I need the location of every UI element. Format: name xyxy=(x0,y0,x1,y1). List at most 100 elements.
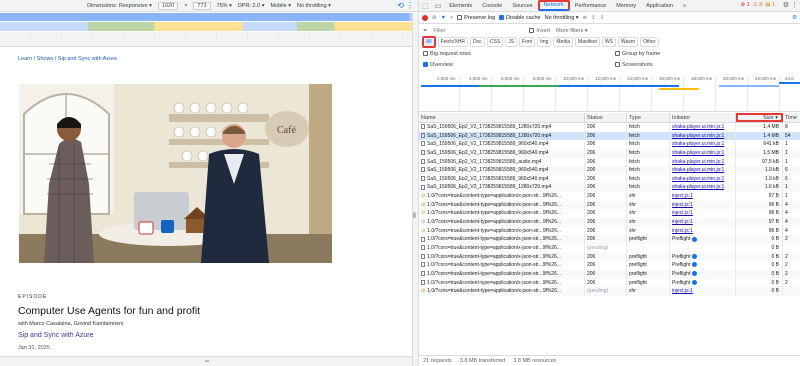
issue-badges[interactable]: ⊗ 1 ⚠ 3 ▤ 1 xyxy=(740,2,775,8)
height-input[interactable]: 773 xyxy=(193,1,211,10)
cell-initiator[interactable]: Preflight xyxy=(670,252,736,262)
cell-initiator[interactable]: shaka-player.ui.min.js:1 xyxy=(670,123,736,132)
dimensions-select[interactable]: Dimensions: Responsive ▾ xyxy=(87,3,152,9)
type-filter-media[interactable]: Media xyxy=(553,37,574,47)
tab-elements[interactable]: Elements xyxy=(444,3,477,9)
cell-initiator[interactable]: inject.js:1 xyxy=(670,200,736,210)
tab-application[interactable]: Application xyxy=(641,3,678,9)
preserve-log-checkbox[interactable]: Preserve log xyxy=(457,15,495,21)
cell-initiator[interactable]: shaka-player.ui.min.js:1 xyxy=(670,183,736,193)
tab-memory[interactable]: Memory xyxy=(611,3,641,9)
cell-initiator[interactable]: shaka-player.ui.min.js:1 xyxy=(670,157,736,167)
type-filter-manifest[interactable]: Manifest xyxy=(575,37,600,47)
table-row[interactable]: SaS_159506_Ep2_V2_1738259815589_960x540.… xyxy=(419,174,800,184)
cell-initiator[interactable]: Preflight xyxy=(670,278,736,288)
search-icon[interactable]: ⌕ xyxy=(450,15,453,22)
screenshots-checkbox[interactable]: Screenshots xyxy=(615,62,653,68)
record-button[interactable] xyxy=(422,15,428,21)
clear-icon[interactable]: ⊘ xyxy=(432,15,437,21)
table-row[interactable]: SaS_159506_Ep2_V2_1738259815589_960x540.… xyxy=(419,166,800,175)
type-filter-css[interactable]: CSS xyxy=(486,37,504,47)
col-time[interactable]: Time xyxy=(783,113,800,122)
breadcrumb-show[interactable]: Sip and Sync with Azure xyxy=(58,56,117,62)
more-filters-select[interactable]: More filters ▾ xyxy=(556,28,588,34)
resize-handle-icon[interactable]: ═ xyxy=(205,359,209,365)
col-size[interactable]: Size ▾ xyxy=(736,113,783,122)
table-row[interactable]: 1.0/?cors=true&content-type=application/… xyxy=(419,243,800,253)
zoom-select[interactable]: 75% ▾ xyxy=(217,3,232,9)
col-type[interactable]: Type xyxy=(627,113,670,122)
type-filter-all[interactable]: All xyxy=(422,36,436,48)
cell-initiator[interactable]: Preflight xyxy=(670,235,736,244)
dpr-select[interactable]: DPR: 2.0 ▾ xyxy=(238,3,265,9)
devtools-menu-icon[interactable]: ⋮ xyxy=(791,1,798,9)
table-row[interactable]: 1.0/?cors=true&content-type=application/… xyxy=(419,261,800,270)
table-row[interactable]: SaS_159506_Ep2_V2_1738259815589_1280x720… xyxy=(419,183,800,193)
table-row[interactable]: ⊙ 1.0/?cors=true&content-type=application… xyxy=(419,287,800,296)
breadcrumb-learn[interactable]: Learn xyxy=(18,56,32,62)
show-link[interactable]: Sip and Sync with Azure xyxy=(18,332,94,339)
type-filter-js[interactable]: JS xyxy=(505,37,518,47)
inspect-icon[interactable]: ⬚ xyxy=(419,2,432,10)
table-row[interactable]: ⊙ 1.0/?cors=true&content-type=application… xyxy=(419,226,800,236)
table-row[interactable]: ⊙ 1.0/?cors=true&content-type=application… xyxy=(419,218,800,227)
throttling-select[interactable]: No throttling ▾ xyxy=(545,15,579,21)
type-filter-wasm[interactable]: Wasm xyxy=(618,37,638,47)
cell-initiator[interactable]: shaka-player.ui.min.js:1 xyxy=(670,131,736,141)
cell-initiator[interactable]: shaka-player.ui.min.js:1 xyxy=(670,148,736,158)
breadcrumb-shows[interactable]: Shows xyxy=(37,56,54,62)
table-row[interactable]: SaS_159506_Ep2_V2_1738259815589_1280x720… xyxy=(419,123,800,132)
table-row[interactable]: ⊙ 1.0/?cors=true&content-type=application… xyxy=(419,192,800,201)
col-initiator[interactable]: Initiator xyxy=(670,113,736,122)
table-row[interactable]: 1.0/?cors=true&content-type=application/… xyxy=(419,269,800,279)
table-row[interactable]: SaS_159506_Ep2_V2_1738259815589_1280x720… xyxy=(419,131,800,141)
cell-initiator[interactable]: inject.js:1 xyxy=(670,192,736,201)
table-row[interactable]: SaS_159506_Ep2_V2_1738259815589_960x540.… xyxy=(419,140,800,149)
episode-video-image[interactable]: Café xyxy=(19,84,332,263)
cell-initiator[interactable]: inject.js:1 xyxy=(670,287,736,296)
drag-grip-icon[interactable]: ‖ xyxy=(413,213,416,220)
cell-initiator[interactable]: shaka-player.ui.min.js:1 xyxy=(670,174,736,184)
overview-checkbox[interactable]: Overview xyxy=(423,62,453,68)
mobile-select[interactable]: Mobile ▾ xyxy=(270,3,291,9)
cell-initiator[interactable]: Preflight xyxy=(670,269,736,279)
type-filter-other[interactable]: Other xyxy=(639,37,659,47)
filter-icon[interactable]: ▼ xyxy=(441,15,446,21)
tab-console[interactable]: Console xyxy=(477,3,507,9)
wifi-icon[interactable]: ≋ xyxy=(583,15,588,21)
col-status[interactable]: Status xyxy=(585,113,627,122)
type-filter-img[interactable]: Img xyxy=(537,37,552,47)
type-filter-doc[interactable]: Doc xyxy=(470,37,485,47)
more-options-icon[interactable]: ⋮ xyxy=(406,1,414,10)
media-query-bar-3[interactable] xyxy=(0,32,418,40)
cell-initiator[interactable]: Preflight xyxy=(670,261,736,270)
cell-initiator[interactable]: inject.js:1 xyxy=(670,226,736,236)
network-settings-icon[interactable]: ⚙ xyxy=(792,15,797,21)
network-overview-timeline[interactable]: 2,000 ms 4,000 ms 6,000 ms 8,000 ms 10,0… xyxy=(419,72,800,112)
type-filter-fetch-xhr[interactable]: Fetch/XHR xyxy=(437,37,469,47)
type-filter-font[interactable]: Font xyxy=(519,37,536,47)
disable-cache-checkbox[interactable]: Disable cache xyxy=(499,15,541,21)
cell-initiator[interactable]: shaka-player.ui.min.js:1 xyxy=(670,166,736,175)
import-icon[interactable]: ⇪ xyxy=(591,15,596,21)
width-input[interactable]: 1020 xyxy=(157,1,179,10)
rotate-icon[interactable]: ⟲ xyxy=(397,1,404,10)
settings-gear-icon[interactable]: ⚙ xyxy=(783,1,789,9)
tab-network[interactable]: Network xyxy=(537,0,570,11)
big-request-rows-checkbox[interactable]: Big request rows xyxy=(423,51,471,57)
table-row[interactable]: SaS_159506_Ep2_V2_1738259815589_audio.mp… xyxy=(419,157,800,167)
tab-sources[interactable]: Sources xyxy=(507,3,537,9)
cell-initiator[interactable]: inject.js:1 xyxy=(670,218,736,227)
table-row[interactable]: ⊙ 1.0/?cors=true&content-type=application… xyxy=(419,209,800,219)
invert-checkbox[interactable]: Invert xyxy=(529,28,550,34)
table-row[interactable]: 1.0/?cors=true&content-type=application/… xyxy=(419,235,800,244)
filter-input[interactable] xyxy=(433,27,514,35)
group-by-frame-checkbox[interactable]: Group by frame xyxy=(615,51,660,57)
table-row[interactable]: 1.0/?cors=true&content-type=application/… xyxy=(419,252,800,262)
table-row[interactable]: ⊙ 1.0/?cors=true&content-type=application… xyxy=(419,200,800,210)
device-toggle-icon[interactable]: ▭ xyxy=(432,2,445,10)
table-row[interactable]: SaS_159506_Ep2_V2_1738259815589_960x540.… xyxy=(419,148,800,158)
more-tabs-button[interactable]: » xyxy=(678,3,691,9)
media-query-bar-2[interactable] xyxy=(0,22,418,31)
col-name[interactable]: Name xyxy=(419,113,585,122)
